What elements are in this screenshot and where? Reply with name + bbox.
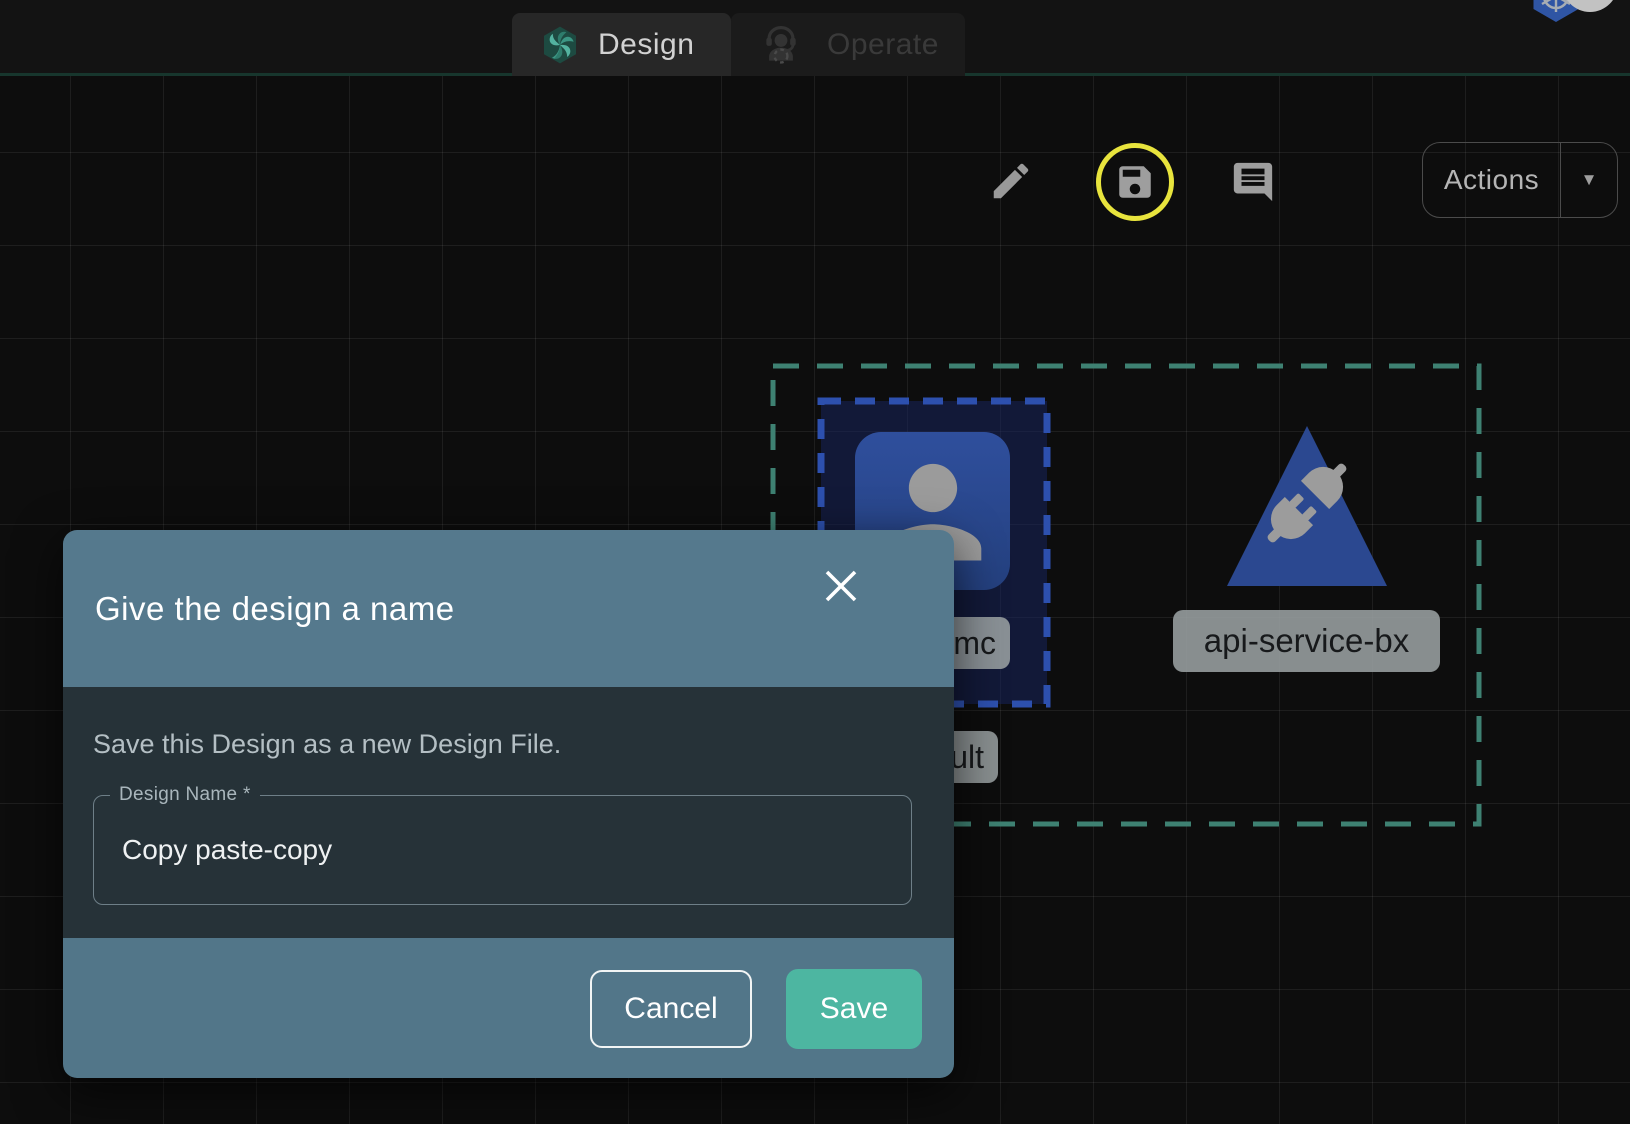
meshery-logo-icon [540, 25, 580, 65]
chevron-down-icon: ▼ [1581, 170, 1598, 190]
kubernetes-context-indicator[interactable] [1528, 0, 1630, 30]
dialog-body: Save this Design as a new Design File. D… [63, 687, 954, 938]
edit-design-button[interactable] [988, 158, 1034, 204]
comment-icon [1230, 159, 1276, 205]
floppy-disk-icon [1114, 161, 1156, 203]
cancel-button[interactable]: Cancel [590, 970, 752, 1048]
close-icon [822, 567, 860, 605]
operator-headset-icon [759, 23, 803, 67]
save-design-dialog: Give the design a name Save this Design … [63, 530, 954, 1078]
tab-design[interactable]: Design [512, 13, 731, 76]
actions-button[interactable]: Actions [1423, 143, 1561, 217]
design-name-field[interactable]: Design Name * [93, 795, 912, 905]
node-api-service[interactable] [1222, 421, 1392, 591]
save-button[interactable]: Save [786, 969, 922, 1049]
design-name-input[interactable] [94, 796, 911, 904]
dialog-description: Save this Design as a new Design File. [93, 729, 561, 760]
comments-button[interactable] [1230, 159, 1276, 205]
tab-design-label: Design [598, 28, 694, 62]
save-design-button-highlighted[interactable] [1096, 143, 1174, 221]
dialog-header: Give the design a name [63, 530, 954, 687]
actions-button-label: Actions [1444, 164, 1539, 196]
dialog-footer: Cancel Save [63, 938, 954, 1078]
tab-operate[interactable]: Operate [731, 13, 965, 76]
actions-dropdown-button[interactable]: ▼ [1561, 143, 1617, 217]
tab-operate-label: Operate [827, 28, 939, 62]
top-navigation-bar: Design Operate [0, 0, 1630, 76]
actions-split-button[interactable]: Actions ▼ [1422, 142, 1618, 218]
node-api-service-label: api-service-bx [1173, 610, 1440, 672]
dialog-title: Give the design a name [95, 590, 455, 628]
dialog-close-button[interactable] [817, 562, 865, 610]
pencil-icon [988, 158, 1034, 204]
